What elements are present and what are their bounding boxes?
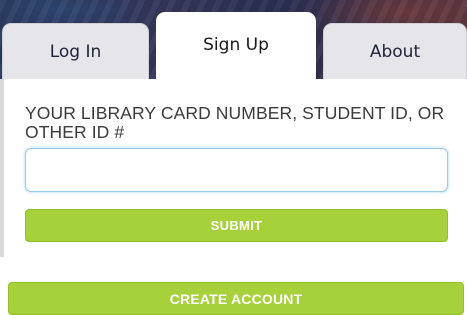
tab-about[interactable]: About	[323, 23, 467, 80]
sign-up-panel: YOUR LIBRARY CARD NUMBER, STUDENT ID, OR…	[0, 79, 467, 257]
library-card-input[interactable]	[25, 148, 448, 192]
tab-about-label: About	[369, 42, 421, 62]
create-account-button[interactable]: CREATE ACCOUNT	[8, 282, 464, 315]
tab-log-in[interactable]: Log In	[2, 23, 149, 80]
panel-left-border	[0, 79, 4, 257]
tab-log-in-label: Log In	[49, 42, 102, 62]
tab-sign-up[interactable]: Sign Up	[156, 12, 316, 82]
submit-button[interactable]: SUBMIT	[25, 209, 448, 242]
tab-sign-up-label: Sign Up	[203, 35, 269, 55]
library-card-field-label: YOUR LIBRARY CARD NUMBER, STUDENT ID, OR…	[25, 103, 445, 142]
